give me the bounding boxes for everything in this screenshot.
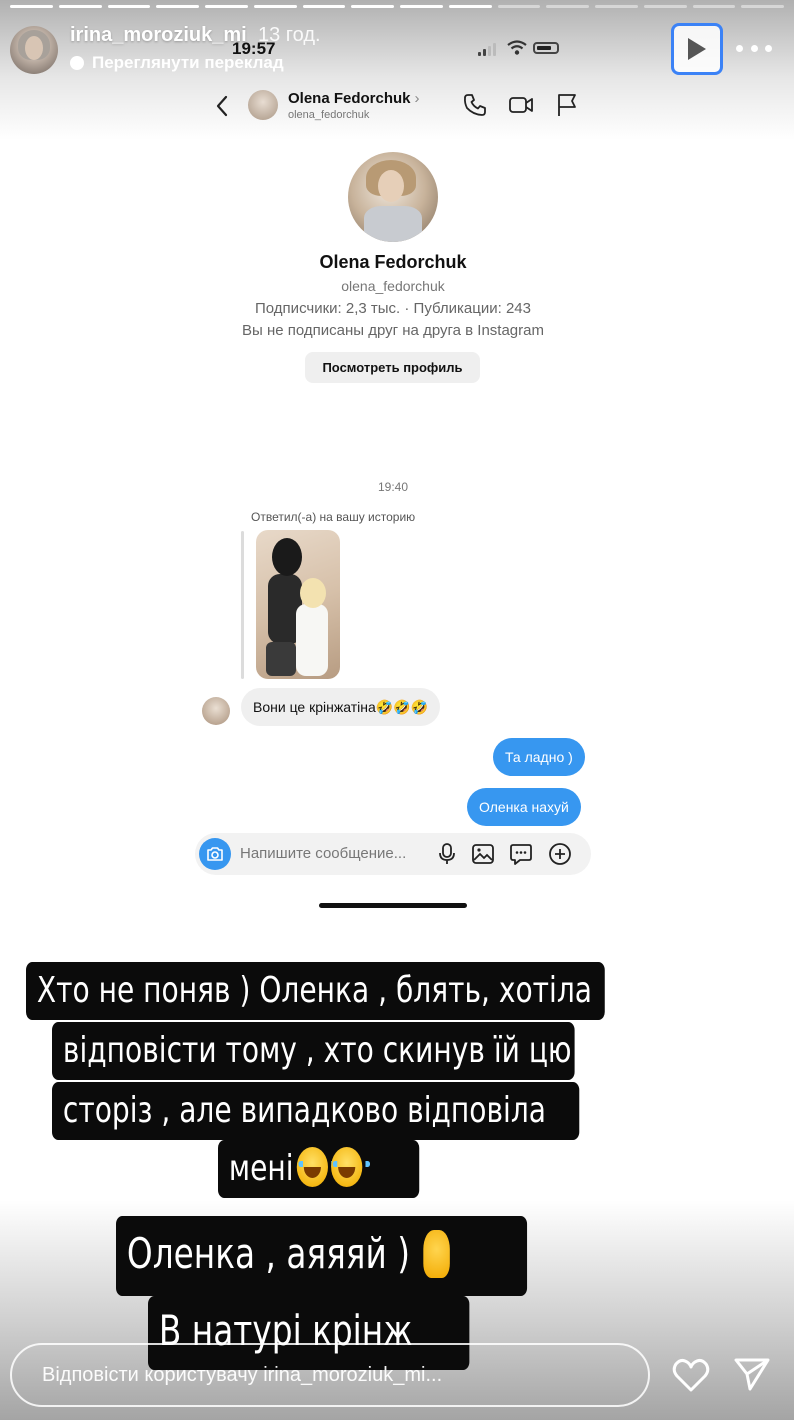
sender-avatar[interactable] xyxy=(202,697,230,725)
story-progress-segment xyxy=(692,5,736,8)
phone-icon[interactable] xyxy=(462,92,488,118)
story-reply-note: Ответил(-а) на вашу историю xyxy=(251,510,416,524)
play-button[interactable] xyxy=(671,23,723,75)
outgoing-message[interactable]: Та ладно ) xyxy=(493,738,585,776)
more-options-button[interactable] xyxy=(736,38,772,58)
replied-story-thumbnail[interactable] xyxy=(256,530,340,679)
heart-icon[interactable] xyxy=(671,1356,711,1394)
story-progress-segment xyxy=(643,5,687,8)
laughing-emoji-icon xyxy=(330,1147,370,1187)
story-caption-line: сторіз , але випадково відповіла xyxy=(52,1082,580,1140)
story-progress-segment xyxy=(156,5,199,8)
dm-header: Olena Fedorchuk › olena_fedorchuk xyxy=(200,84,600,128)
story-progress-segment xyxy=(10,5,53,8)
story-progress-segment xyxy=(351,5,394,8)
camera-icon xyxy=(207,847,223,861)
translate-icon xyxy=(70,56,84,70)
profile-stats: Подписчики: 2,3 тыс. · Публикации: 243 xyxy=(255,300,531,317)
message-timestamp: 19:40 xyxy=(377,480,409,494)
translate-link[interactable]: Переглянути переклад xyxy=(70,53,284,73)
composer-placeholder: Напишите сообщение... xyxy=(240,845,407,862)
profile-handle: olena_fedorchuk xyxy=(341,278,445,294)
story-progress-segment xyxy=(205,5,248,8)
incoming-message[interactable]: Вони це крінжатіна🤣🤣🤣 xyxy=(241,688,441,726)
camera-button[interactable] xyxy=(199,838,231,870)
story-reply-input[interactable]: Відповісти користувачу irina_moroziuk_mi… xyxy=(10,1343,650,1407)
chevron-left-icon[interactable] xyxy=(214,94,230,118)
dm-header-name[interactable]: Olena Fedorchuk › xyxy=(288,90,420,107)
reply-placeholder: Відповісти користувачу irina_moroziuk_mi… xyxy=(42,1364,443,1386)
chevron-right-icon: › xyxy=(414,90,420,107)
story-progress-bar xyxy=(10,5,784,8)
sticker-icon[interactable] xyxy=(509,842,533,866)
profile-name: Olena Fedorchuk xyxy=(319,252,467,272)
profile-follow-note: Вы не подписаны друг на друга в Instagra… xyxy=(242,322,544,339)
story-progress-segment xyxy=(400,5,443,8)
story-header: irina_moroziuk_mi 13 год. Переглянути пе… xyxy=(8,22,788,82)
story-author-username[interactable]: irina_moroziuk_mi xyxy=(70,24,247,47)
story-progress-segment xyxy=(58,5,102,8)
profile-avatar[interactable] xyxy=(348,152,438,242)
dm-header-handle: olena_fedorchuk xyxy=(288,109,370,121)
story-caption-line: відповісти тому , хто скинув їй цю xyxy=(52,1022,575,1080)
laughing-emoji-icon xyxy=(296,1147,336,1187)
view-profile-button[interactable]: Посмотреть профиль xyxy=(305,352,480,383)
story-progress-segment xyxy=(253,5,297,8)
send-icon[interactable] xyxy=(733,1356,771,1392)
translate-label: Переглянути переклад xyxy=(92,53,284,72)
story-progress-segment xyxy=(741,5,784,8)
video-icon[interactable] xyxy=(508,92,534,118)
dm-header-avatar[interactable] xyxy=(248,90,278,120)
plus-circle-icon[interactable] xyxy=(548,842,572,866)
story-caption-line: Хто не поняв ) Оленка , блять, хотіла xyxy=(26,962,605,1020)
story-caption-line: мені xyxy=(218,1140,420,1198)
story-author-avatar[interactable] xyxy=(10,26,58,74)
image-icon[interactable] xyxy=(471,842,495,866)
story-progress-segment xyxy=(546,5,589,8)
story-progress-segment xyxy=(107,5,151,8)
story-progress-segment xyxy=(448,5,492,8)
play-icon xyxy=(688,38,706,60)
story-progress-segment xyxy=(302,5,346,8)
message-composer[interactable]: Напишите сообщение... xyxy=(195,833,591,875)
hand-emoji-icon xyxy=(423,1229,451,1278)
flag-icon[interactable] xyxy=(554,92,580,118)
story-caption-line: Оленка , аяяяй ) xyxy=(116,1216,528,1296)
outgoing-message[interactable]: Оленка нахуй xyxy=(467,788,581,826)
story-progress-segment xyxy=(595,5,638,8)
reply-indicator-bar xyxy=(241,531,244,679)
more-icon xyxy=(736,44,743,52)
home-indicator xyxy=(319,903,467,908)
story-timestamp: 13 год. xyxy=(258,24,321,46)
story-progress-segment xyxy=(497,5,541,8)
microphone-icon[interactable] xyxy=(435,842,459,866)
